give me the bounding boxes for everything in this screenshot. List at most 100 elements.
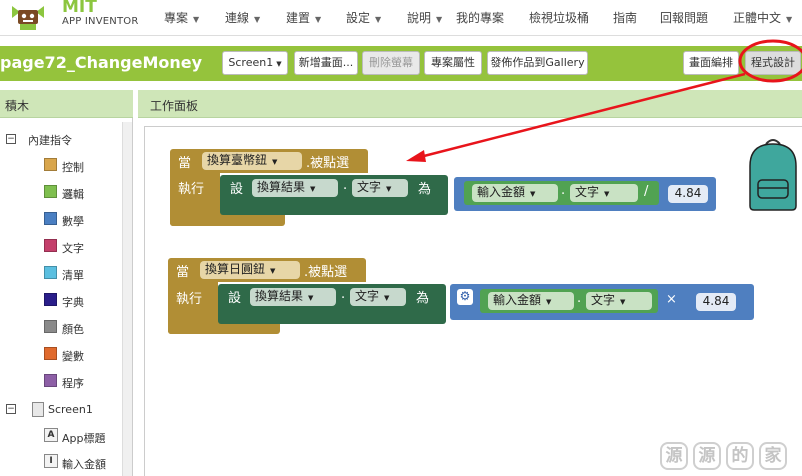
chevron-down-icon: ▼ bbox=[786, 15, 793, 24]
blocks-panel: 積木 − 內建指令 控制 邏輯 數學 文字 清單 字典 顏色 變數 程序 − S… bbox=[0, 90, 133, 476]
collapse-icon[interactable]: − bbox=[6, 134, 16, 144]
set-text-block-jpy[interactable]: 設 換算結果 ▼ . 文字 ▼ 為 bbox=[218, 284, 446, 324]
chevron-down-icon: ▼ bbox=[604, 190, 610, 198]
chevron-down-icon: ▼ bbox=[310, 185, 316, 193]
blocks-panel-header: 積木 bbox=[0, 90, 133, 118]
source-component-dropdown[interactable]: 輸入金額 ▼ bbox=[488, 292, 574, 310]
project-name: page72_ChangeMoney bbox=[0, 53, 203, 72]
divide-block[interactable]: 輸入金額 ▼ . 文字 ▼ / 4.84 bbox=[454, 177, 716, 211]
menu-settings[interactable]: 設定 ▼ bbox=[346, 9, 381, 26]
colors-color-icon bbox=[44, 320, 57, 333]
workspace-title: 工作面板 bbox=[150, 99, 199, 113]
menu-help[interactable]: 說明 ▼ bbox=[407, 9, 442, 26]
variables-color-icon bbox=[44, 347, 57, 360]
gear-icon[interactable]: ⚙ bbox=[457, 289, 473, 305]
category-dictionaries[interactable]: 字典 bbox=[44, 293, 120, 309]
set-text-block-twd[interactable]: 設 換算結果 ▼ . 文字 ▼ 為 bbox=[220, 175, 448, 215]
component-dropdown-jpy-button[interactable]: 換算日圓鈕 ▼ bbox=[200, 261, 300, 279]
chevron-down-icon: ▼ bbox=[270, 267, 276, 275]
backpack-icon[interactable] bbox=[744, 136, 802, 212]
multiply-block[interactable]: ⚙ 輸入金額 ▼ . 文字 ▼ × 4.84 bbox=[450, 284, 754, 320]
chevron-down-icon: ▼ bbox=[530, 190, 536, 198]
category-procedures[interactable]: 程序 bbox=[44, 374, 120, 390]
menu-project[interactable]: 專案 ▼ bbox=[164, 9, 199, 26]
chevron-down-icon: ▼ bbox=[620, 298, 626, 306]
chevron-down-icon: ▼ bbox=[308, 294, 314, 302]
source-property-dropdown[interactable]: 文字 ▼ bbox=[586, 292, 652, 310]
number-field[interactable]: 4.84 bbox=[696, 293, 736, 311]
get-text-block-jpy[interactable]: 輸入金額 ▼ . 文字 ▼ bbox=[480, 289, 658, 313]
screen-select-dropdown[interactable]: Screen1 ▼ bbox=[222, 51, 288, 75]
text-color-icon bbox=[44, 239, 57, 252]
tree-builtin-label: 內建指令 bbox=[28, 134, 72, 147]
tree-builtin[interactable]: − 內建指令 bbox=[6, 132, 116, 148]
component-input-amount[interactable]: I 輸入金額 bbox=[44, 454, 120, 472]
chevron-down-icon: ▼ bbox=[375, 15, 382, 24]
lists-color-icon bbox=[44, 266, 57, 279]
chevron-down-icon: ▼ bbox=[272, 158, 278, 166]
category-logic[interactable]: 邏輯 bbox=[44, 185, 120, 201]
blocks-panel-scrollbar[interactable] bbox=[122, 122, 132, 476]
category-colors[interactable]: 顏色 bbox=[44, 320, 120, 336]
blocks-editor-button[interactable]: 程式設計 bbox=[745, 51, 801, 75]
menu-my-projects[interactable]: 我的專案 bbox=[456, 9, 504, 26]
textbox-icon: I bbox=[44, 454, 58, 468]
procedures-color-icon bbox=[44, 374, 57, 387]
tree-screen1[interactable]: − Screen1 bbox=[6, 401, 116, 419]
source-component-dropdown[interactable]: 輸入金額 ▼ bbox=[472, 184, 558, 202]
screen-icon bbox=[32, 402, 44, 417]
target-component-dropdown[interactable]: 換算結果 ▼ bbox=[252, 179, 338, 197]
target-property-dropdown[interactable]: 文字 ▼ bbox=[350, 288, 406, 306]
chevron-down-icon: ▼ bbox=[315, 15, 322, 24]
category-variables[interactable]: 變數 bbox=[44, 347, 120, 363]
watermark-char: 源 bbox=[693, 442, 721, 470]
watermark-char: 源 bbox=[660, 442, 688, 470]
chevron-down-icon: ▼ bbox=[386, 185, 392, 193]
category-control[interactable]: 控制 bbox=[44, 158, 120, 174]
dictionaries-color-icon bbox=[44, 293, 57, 306]
publish-gallery-button[interactable]: 發佈作品到Gallery bbox=[487, 51, 588, 75]
divide-operator: / bbox=[644, 184, 649, 199]
logic-color-icon bbox=[44, 185, 57, 198]
remove-screen-button[interactable]: 刪除螢幕 bbox=[362, 51, 420, 75]
chevron-down-icon: ▼ bbox=[276, 60, 282, 68]
control-color-icon bbox=[44, 158, 57, 171]
watermark-char: 的 bbox=[726, 442, 754, 470]
target-property-dropdown[interactable]: 文字 ▼ bbox=[352, 179, 408, 197]
logo-mit-text: MIT bbox=[62, 0, 97, 17]
menu-report-issue[interactable]: 回報問題 bbox=[660, 9, 708, 26]
menu-view-trash[interactable]: 檢視垃圾桶 bbox=[529, 9, 589, 26]
chevron-down-icon: ▼ bbox=[436, 15, 443, 24]
number-field[interactable]: 4.84 bbox=[668, 185, 708, 203]
menu-connect[interactable]: 連線 ▼ bbox=[225, 9, 260, 26]
chevron-down-icon: ▼ bbox=[546, 298, 552, 306]
menu-guide[interactable]: 指南 bbox=[613, 9, 637, 26]
category-text[interactable]: 文字 bbox=[44, 239, 120, 255]
component-dropdown-twd-button[interactable]: 換算臺幣鈕 ▼ bbox=[202, 152, 302, 170]
category-lists[interactable]: 清單 bbox=[44, 266, 120, 282]
designer-button[interactable]: 畫面編排 bbox=[683, 51, 739, 75]
category-math[interactable]: 數學 bbox=[44, 212, 120, 228]
collapse-icon[interactable]: − bbox=[6, 404, 16, 414]
source-property-dropdown[interactable]: 文字 ▼ bbox=[570, 184, 638, 202]
project-toolbar: page72_ChangeMoney Screen1 ▼ 新增畫面... 刪除螢幕… bbox=[0, 46, 802, 81]
watermark-stamp: 源 源 的 家 bbox=[660, 440, 795, 470]
math-color-icon bbox=[44, 212, 57, 225]
tree-screen1-label: Screen1 bbox=[48, 403, 93, 416]
menu-language[interactable]: 正體中文 ▼ bbox=[733, 9, 792, 26]
get-text-block-twd[interactable]: 輸入金額 ▼ . 文字 ▼ bbox=[464, 181, 659, 205]
target-component-dropdown[interactable]: 換算結果 ▼ bbox=[250, 288, 336, 306]
app-inventor-logo[interactable]: MIT APP INVENTOR bbox=[4, 0, 154, 36]
workspace-header: 工作面板 bbox=[138, 90, 802, 118]
chevron-down-icon: ▼ bbox=[384, 294, 390, 302]
top-navigation-bar: MIT APP INVENTOR 專案 ▼ 連線 ▼ 建置 ▼ 設定 ▼ 說明 ▼ 我的專… bbox=[0, 0, 802, 36]
component-app-title[interactable]: A App標題 bbox=[44, 428, 120, 446]
add-screen-button[interactable]: 新增畫面... bbox=[294, 51, 358, 75]
blocks-panel-title: 積木 bbox=[5, 99, 30, 113]
multiply-operator: × bbox=[666, 292, 677, 307]
chevron-down-icon: ▼ bbox=[254, 15, 261, 24]
menu-build[interactable]: 建置 ▼ bbox=[286, 9, 321, 26]
logo-app-inventor-text: APP INVENTOR bbox=[62, 16, 139, 27]
project-properties-button[interactable]: 專案屬性 bbox=[424, 51, 482, 75]
workspace-panel: 工作面板 bbox=[138, 90, 802, 476]
